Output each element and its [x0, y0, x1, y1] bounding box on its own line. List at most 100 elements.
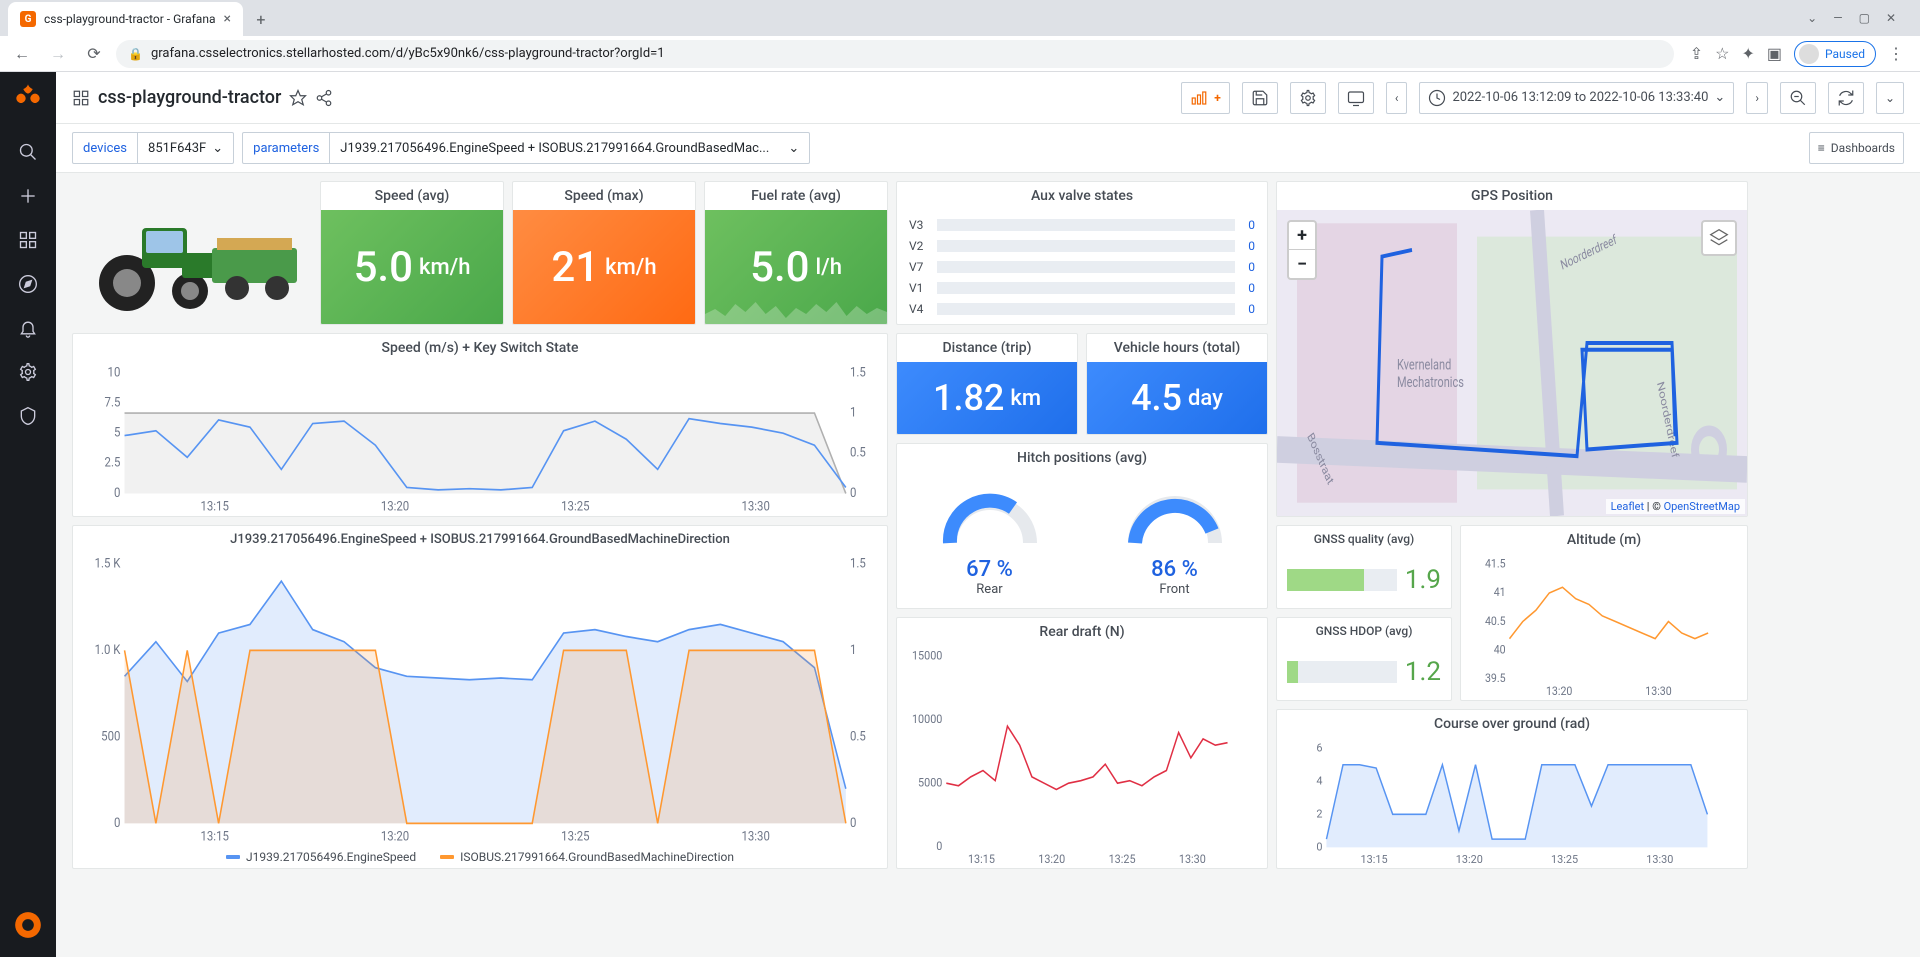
svg-text:13:25: 13:25: [1109, 851, 1136, 866]
share-dashboard-icon[interactable]: [315, 89, 333, 107]
svg-text:41: 41: [1494, 586, 1506, 600]
dashboards-dropdown-button[interactable]: ≡ Dashboards: [1809, 132, 1904, 164]
grafana-sidebar: [0, 72, 56, 957]
gnss-hdop-panel[interactable]: GNSS HDOP (avg) 1.2: [1276, 617, 1452, 701]
maximize-icon[interactable]: ▢: [1859, 11, 1870, 25]
svg-text:2.5: 2.5: [105, 455, 121, 470]
help-icon[interactable]: [8, 905, 48, 945]
hitch-front-gauge: 86 % Front: [1110, 483, 1240, 597]
svg-text:13:25: 13:25: [561, 499, 590, 514]
vehicle-hours-panel[interactable]: Vehicle hours (total) 4.5day: [1086, 333, 1268, 435]
svg-text:2: 2: [1316, 807, 1322, 820]
extensions-icon[interactable]: ✦: [1741, 44, 1754, 63]
zoom-in-button[interactable]: +: [1289, 222, 1315, 250]
svg-text:15000: 15000: [912, 650, 942, 663]
back-button[interactable]: ←: [8, 40, 36, 68]
chevron-down-icon: ⌄: [788, 141, 799, 156]
svg-text:4: 4: [1316, 774, 1322, 787]
svg-text:1.5 K: 1.5 K: [95, 557, 121, 570]
refresh-interval-button[interactable]: ⌄: [1876, 82, 1904, 114]
gps-position-panel[interactable]: GPS Position Kverneland Mechatronics Noo…: [1276, 181, 1748, 517]
close-tab-icon[interactable]: ×: [223, 11, 230, 27]
svg-text:13:30: 13:30: [741, 499, 770, 514]
star-icon[interactable]: ☆: [1715, 44, 1729, 63]
dashboards-icon[interactable]: [8, 220, 48, 260]
explore-icon[interactable]: [8, 264, 48, 304]
chevron-down-icon[interactable]: ⌄: [1807, 11, 1817, 25]
svg-text:13:30: 13:30: [741, 829, 770, 844]
sidepanel-icon[interactable]: ▣: [1767, 44, 1782, 63]
svg-text:1.5: 1.5: [850, 366, 866, 379]
zoom-out-button[interactable]: −: [1289, 250, 1315, 278]
leaflet-link[interactable]: Leaflet: [1611, 500, 1644, 513]
grafana-logo[interactable]: [12, 80, 44, 112]
admin-icon[interactable]: [8, 396, 48, 436]
svg-text:1.5: 1.5: [850, 557, 866, 570]
address-bar: ← → ⟳ 🔒 grafana.csselectronics.stellarho…: [0, 36, 1920, 71]
aux-valve-panel[interactable]: Aux valve states V30V20V70V10V40: [896, 181, 1268, 325]
svg-text:0: 0: [850, 485, 857, 500]
grafana-favicon: G: [20, 11, 36, 27]
profile-button[interactable]: Paused: [1794, 41, 1876, 67]
devices-variable[interactable]: devices 851F643F⌄: [72, 132, 234, 164]
tab-title: css-playground-tractor - Grafana: [44, 12, 215, 26]
aux-row: V10: [909, 277, 1255, 298]
alerting-icon[interactable]: [8, 308, 48, 348]
star-dashboard-icon[interactable]: [289, 89, 307, 107]
engine-speed-panel[interactable]: J1939.217056496.EngineSpeed + ISOBUS.217…: [72, 525, 888, 869]
dashboard-toolbar: css-playground-tractor + ‹ 2022-10-06 13…: [56, 72, 1920, 124]
zoom-out-button[interactable]: [1780, 82, 1816, 114]
configuration-icon[interactable]: [8, 352, 48, 392]
refresh-button[interactable]: [1828, 82, 1864, 114]
menu-icon[interactable]: ⋮: [1888, 44, 1904, 63]
altitude-panel[interactable]: Altitude (m) 39.54040.54141.513:2013:30: [1460, 525, 1748, 701]
speed-chart-panel[interactable]: Speed (m/s) + Key Switch State 02.557.51…: [72, 333, 888, 517]
url-text: grafana.csselectronics.stellarhosted.com…: [151, 46, 665, 61]
fuel-rate-panel[interactable]: Fuel rate (avg) 5.0l/h: [704, 181, 888, 325]
course-over-ground-panel[interactable]: Course over ground (rad) 024613:1513:201…: [1276, 709, 1748, 869]
svg-text:13:20: 13:20: [1546, 684, 1572, 698]
save-dashboard-button[interactable]: [1242, 82, 1278, 114]
tv-mode-button[interactable]: [1338, 82, 1374, 114]
url-input[interactable]: 🔒 grafana.csselectronics.stellarhosted.c…: [116, 40, 1674, 68]
search-icon[interactable]: [8, 132, 48, 172]
aux-row: V40: [909, 298, 1255, 319]
forward-button[interactable]: →: [44, 40, 72, 68]
svg-text:13:20: 13:20: [1038, 851, 1065, 866]
speed-avg-panel[interactable]: Speed (avg) 5.0km/h: [320, 181, 504, 325]
svg-text:5000: 5000: [918, 775, 942, 790]
parameters-variable[interactable]: parameters J1939.217056496.EngineSpeed +…: [242, 132, 810, 164]
svg-text:13:15: 13:15: [201, 829, 230, 844]
main-content: css-playground-tractor + ‹ 2022-10-06 13…: [56, 72, 1920, 957]
svg-text:6: 6: [1316, 742, 1322, 754]
hitch-positions-panel[interactable]: Hitch positions (avg) 67 % Rear 86 % Fro…: [896, 443, 1268, 609]
osm-link[interactable]: OpenStreetMap: [1664, 500, 1740, 513]
share-icon[interactable]: ⇪: [1690, 44, 1703, 63]
time-range-picker[interactable]: 2022-10-06 13:12:09 to 2022-10-06 13:33:…: [1419, 82, 1734, 114]
svg-text:13:15: 13:15: [968, 851, 995, 866]
close-window-icon[interactable]: ✕: [1886, 11, 1896, 25]
avatar-icon: [1799, 44, 1819, 64]
time-forward-button[interactable]: ›: [1746, 82, 1768, 114]
svg-text:5: 5: [114, 425, 121, 440]
dashboard-settings-button[interactable]: [1290, 82, 1326, 114]
svg-text:500: 500: [101, 729, 120, 744]
browser-tab[interactable]: G css-playground-tractor - Grafana ×: [8, 2, 243, 36]
speed-max-panel[interactable]: Speed (max) 21km/h: [512, 181, 696, 325]
minimize-icon[interactable]: —: [1833, 11, 1842, 25]
map-layers-button[interactable]: [1701, 220, 1737, 256]
hitch-rear-gauge: 67 % Rear: [925, 483, 1055, 597]
svg-text:10000: 10000: [912, 712, 942, 727]
reload-button[interactable]: ⟳: [80, 40, 108, 68]
rear-draft-panel[interactable]: Rear draft (N) 05000100001500013:1513:20…: [896, 617, 1268, 869]
gnss-quality-panel[interactable]: GNSS quality (avg) 1.9: [1276, 525, 1452, 609]
create-icon[interactable]: [8, 176, 48, 216]
new-tab-button[interactable]: +: [247, 5, 275, 33]
distance-panel[interactable]: Distance (trip) 1.82km: [896, 333, 1078, 435]
map-canvas[interactable]: Kverneland Mechatronics Noorderdreef Noo…: [1277, 210, 1747, 516]
time-back-button[interactable]: ‹: [1386, 82, 1408, 114]
dashboard-grid-icon[interactable]: [72, 89, 90, 107]
svg-text:13:25: 13:25: [1551, 853, 1578, 866]
add-panel-button[interactable]: +: [1181, 82, 1230, 114]
svg-text:0: 0: [936, 838, 942, 853]
